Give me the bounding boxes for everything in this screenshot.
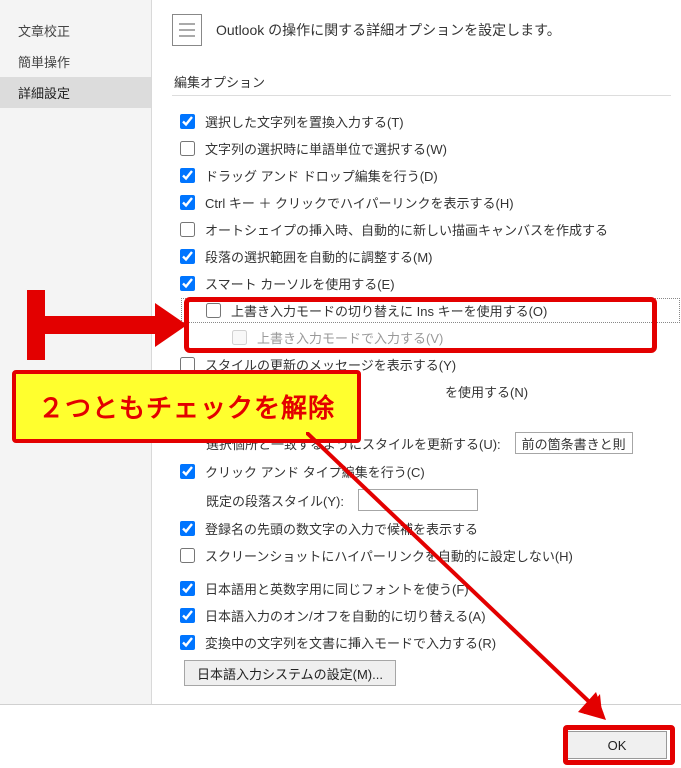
chk-autoshape-canvas[interactable] (180, 222, 195, 237)
opt-same-font[interactable]: 日本語用と英数字用に同じフォントを使う(F) (180, 575, 681, 602)
lbl-word-select: 文字列の選択時に単語単位で選択する(W) (205, 139, 447, 158)
chk-para-select[interactable] (180, 249, 195, 264)
sidebar-item-advanced[interactable]: 詳細設定 (0, 77, 151, 108)
opt-click-type[interactable]: クリック アンド タイプ編集を行う(C) (180, 458, 681, 485)
sidebar-item-ease[interactable]: 簡単操作 (0, 46, 151, 77)
chk-ime-auto[interactable] (180, 608, 195, 623)
lbl-default-para: 既定の段落スタイル(Y): (206, 491, 344, 510)
ime-settings-button[interactable]: 日本語入力システムの設定(M)... (184, 660, 396, 686)
chk-insert-mode[interactable] (180, 635, 195, 650)
opt-register-ime[interactable]: 登録名の先頭の数文字の入力で候補を表示する (180, 515, 681, 542)
chk-replace-typing[interactable] (180, 114, 195, 129)
opt-smart-cursor[interactable]: スマート カーソルを使用する(E) (180, 270, 681, 297)
annotation-uncheck-callout: ２つともチェックを解除 (12, 370, 361, 443)
opt-replace-typing[interactable]: 選択した文字列を置換入力する(T) (180, 108, 681, 135)
sidebar: 文章校正 簡単操作 詳細設定 (0, 0, 152, 704)
lbl-smart-cursor: スマート カーソルを使用する(E) (205, 274, 395, 293)
chk-screenshot-link[interactable] (180, 548, 195, 563)
lbl-replace-typing: 選択した文字列を置換入力する(T) (205, 112, 404, 131)
lbl-register-ime: 登録名の先頭の数文字の入力で候補を表示する (205, 519, 478, 538)
opt-insert-mode[interactable]: 変換中の文字列を文書に挿入モードで入力する(R) (180, 629, 681, 656)
lbl-overtype: 上書き入力モードで入力する(V) (257, 328, 443, 347)
options-page-icon (172, 14, 202, 46)
lbl-ime-auto: 日本語入力のオン/オフを自動的に切り替える(A) (205, 606, 486, 625)
opt-ime-auto[interactable]: 日本語入力のオン/オフを自動的に切り替える(A) (180, 602, 681, 629)
lbl-ins-toggle: 上書き入力モードの切り替えに Ins キーを使用する(O) (231, 301, 547, 320)
lbl-insert-mode: 変換中の文字列を文書に挿入モードで入力する(R) (205, 633, 496, 652)
opt-screenshot-link[interactable]: スクリーンショットにハイパーリンクを自動的に設定しない(H) (180, 542, 681, 569)
opt-drag-drop[interactable]: ドラッグ アンド ドロップ編集を行う(D) (180, 162, 681, 189)
lbl-screenshot-link: スクリーンショットにハイパーリンクを自動的に設定しない(H) (205, 546, 573, 565)
chk-ctrl-click[interactable] (180, 195, 195, 210)
row-default-para: 既定の段落スタイル(Y): (180, 485, 681, 515)
lbl-click-type: クリック アンド タイプ編集を行う(C) (205, 462, 425, 481)
chk-word-select[interactable] (180, 141, 195, 156)
opt-word-select[interactable]: 文字列の選択時に単語単位で選択する(W) (180, 135, 681, 162)
combo-default-para[interactable] (358, 489, 478, 511)
lbl-ctrl-click: Ctrl キー ＋ クリックでハイパーリンクを表示する(H) (205, 193, 514, 212)
opt-ins-toggle[interactable]: 上書き入力モードの切り替えに Ins キーを使用する(O) (180, 297, 681, 324)
group-edit-options: 編集オプション (172, 66, 671, 96)
chk-overtype[interactable] (232, 330, 247, 345)
page-title: Outlook の操作に関する詳細オプションを設定します。 (216, 20, 561, 40)
chk-smart-cursor[interactable] (180, 276, 195, 291)
opt-para-select[interactable]: 段落の選択範囲を自動的に調整する(M) (180, 243, 681, 270)
lbl-autoshape-canvas: オートシェイプの挿入時、自動的に新しい描画キャンバスを作成する (205, 220, 608, 239)
opt-overtype[interactable]: 上書き入力モードで入力する(V) (180, 324, 681, 351)
main-panel: Outlook の操作に関する詳細オプションを設定します。 編集オプション 選択… (152, 0, 681, 704)
opt-autoshape-canvas[interactable]: オートシェイプの挿入時、自動的に新しい描画キャンバスを作成する (180, 216, 681, 243)
combo-style-update[interactable]: 前の箇条書きと則 (515, 432, 633, 454)
ok-button[interactable]: OK (567, 731, 667, 759)
lbl-drag-drop: ドラッグ アンド ドロップ編集を行う(D) (205, 166, 438, 185)
lbl-same-font: 日本語用と英数字用に同じフォントを使う(F) (205, 579, 469, 598)
chk-click-type[interactable] (180, 464, 195, 479)
chk-register-ime[interactable] (180, 521, 195, 536)
chk-drag-drop[interactable] (180, 168, 195, 183)
chk-same-font[interactable] (180, 581, 195, 596)
opt-ctrl-click[interactable]: Ctrl キー ＋ クリックでハイパーリンクを表示する(H) (180, 189, 681, 216)
chk-ins-toggle[interactable] (206, 303, 221, 318)
sidebar-item-proofing[interactable]: 文章校正 (0, 15, 151, 46)
lbl-para-select: 段落の選択範囲を自動的に調整する(M) (205, 247, 433, 266)
